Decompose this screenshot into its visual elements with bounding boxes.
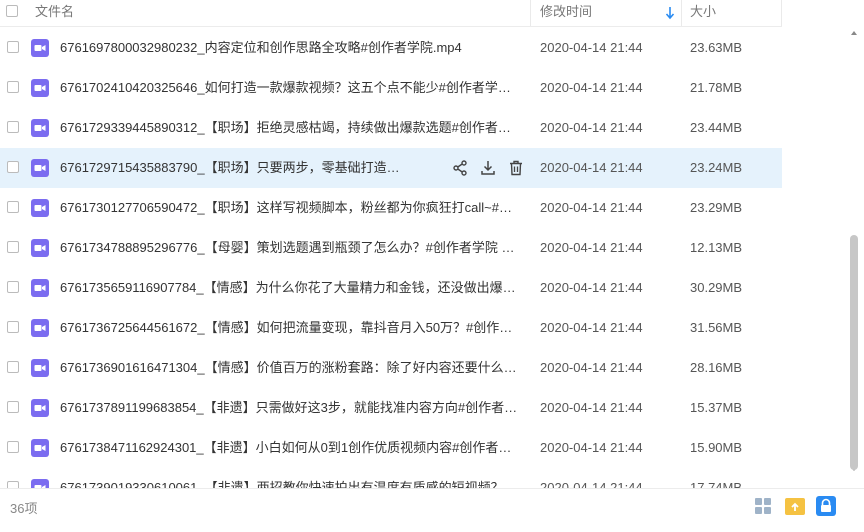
row-checkbox[interactable] [7, 321, 19, 333]
video-file-icon [31, 439, 49, 457]
video-file-icon [31, 159, 49, 177]
video-file-icon [31, 119, 49, 137]
file-name[interactable]: 6761702410420325646_如何打造一款爆款视频？这五个点不能少#创… [60, 68, 520, 108]
video-file-icon [31, 239, 49, 257]
file-name[interactable]: 6761734788895296776_【母婴】策划选题遇到瓶颈了怎么办？#创作… [60, 228, 520, 268]
row-checkbox[interactable] [7, 241, 19, 253]
video-file-icon [31, 79, 49, 97]
video-file-icon [31, 319, 49, 337]
row-checkbox[interactable] [7, 201, 19, 213]
select-all-checkbox[interactable] [6, 5, 18, 17]
row-checkbox[interactable] [7, 361, 19, 373]
file-list: 6761697800032980232_内容定位和创作思路全攻略#创作者学院.m… [0, 28, 782, 488]
file-name[interactable]: 6761729715435883790_【职场】只要两步，零基础打造鲜活独… [60, 148, 412, 188]
file-size: 31.56MB [690, 320, 743, 335]
file-name[interactable]: 6761729339445890312_【职场】拒绝灵感枯竭，持续做出爆款选题#… [60, 108, 520, 148]
file-modified: 2020-04-14 21:44 [540, 480, 643, 488]
file-size: 23.24MB [690, 160, 743, 175]
file-row[interactable]: 6761729339445890312_【职场】拒绝灵感枯竭，持续做出爆款选题#… [0, 108, 782, 148]
row-checkbox[interactable] [7, 41, 19, 53]
file-size: 12.13MB [690, 240, 743, 255]
file-modified: 2020-04-14 21:44 [540, 400, 643, 415]
file-row[interactable]: 6761697800032980232_内容定位和创作思路全攻略#创作者学院.m… [0, 28, 782, 68]
video-file-icon [31, 479, 49, 488]
file-list-header: 文件名 修改时间 大小 [0, 0, 782, 27]
file-modified: 2020-04-14 21:44 [540, 160, 643, 175]
video-file-icon [31, 39, 49, 57]
file-name[interactable]: 6761736901616471304_【情感】价值百万的涨粉套路：除了好内容还… [60, 348, 520, 388]
file-row[interactable]: 6761736901616471304_【情感】价值百万的涨粉套路：除了好内容还… [0, 348, 782, 388]
file-modified: 2020-04-14 21:44 [540, 200, 643, 215]
file-row[interactable]: 6761730127706590472_【职场】这样写视频脚本，粉丝都为你疯狂打… [0, 188, 782, 228]
file-size: 17.74MB [690, 480, 743, 488]
file-modified: 2020-04-14 21:44 [540, 320, 643, 335]
download-icon[interactable] [479, 159, 497, 177]
video-file-icon [31, 279, 49, 297]
file-name[interactable]: 6761736725644561672_【情感】如何把流量变现，靠抖音月入50万… [60, 308, 520, 348]
file-name[interactable]: 6761730127706590472_【职场】这样写视频脚本，粉丝都为你疯狂打… [60, 188, 520, 228]
file-modified: 2020-04-14 21:44 [540, 360, 643, 375]
file-size: 23.44MB [690, 120, 743, 135]
file-name[interactable]: 6761737891199683854_【非遗】只需做好这3步，就能找准内容方向… [60, 388, 520, 428]
item-count: 36项 [10, 501, 38, 516]
file-size: 30.29MB [690, 280, 743, 295]
column-divider[interactable] [530, 0, 531, 26]
file-modified: 2020-04-14 21:44 [540, 40, 643, 55]
file-row-hovered[interactable]: 6761729715435883790_【职场】只要两步，零基础打造鲜活独… 2… [0, 148, 782, 188]
file-row[interactable]: 6761736725644561672_【情感】如何把流量变现，靠抖音月入50万… [0, 308, 782, 348]
status-bar: 36项 [0, 488, 864, 532]
file-size: 15.37MB [690, 400, 743, 415]
file-row[interactable]: 6761702410420325646_如何打造一款爆款视频？这五个点不能少#创… [0, 68, 782, 108]
row-checkbox[interactable] [7, 81, 19, 93]
row-checkbox[interactable] [7, 481, 19, 488]
upload-folder-icon[interactable] [784, 495, 806, 517]
grid-view-icon[interactable] [752, 495, 774, 517]
file-row[interactable]: 6761738471162924301_【非遗】小白如何从0到1创作优质视频内容… [0, 428, 782, 468]
file-row[interactable]: 6761735659116907784_【情感】为什么你花了大量精力和金钱，还没… [0, 268, 782, 308]
file-modified: 2020-04-14 21:44 [540, 440, 643, 455]
video-file-icon [31, 399, 49, 417]
file-row[interactable]: 6761739019330610061_【非遗】两招教你快速拍出有温度有质感的短… [0, 468, 782, 488]
delete-icon[interactable] [507, 159, 525, 177]
row-checkbox[interactable] [7, 401, 19, 413]
lock-icon[interactable] [815, 495, 837, 517]
file-modified: 2020-04-14 21:44 [540, 120, 643, 135]
file-size: 21.78MB [690, 80, 743, 95]
row-checkbox[interactable] [7, 441, 19, 453]
scrollbar-thumb[interactable] [850, 235, 858, 470]
file-name[interactable]: 6761735659116907784_【情感】为什么你花了大量精力和金钱，还没… [60, 268, 520, 308]
file-row[interactable]: 6761737891199683854_【非遗】只需做好这3步，就能找准内容方向… [0, 388, 782, 428]
row-checkbox[interactable] [7, 281, 19, 293]
file-name[interactable]: 6761739019330610061_【非遗】两招教你快速拍出有温度有质感的短… [60, 468, 520, 488]
column-header-name[interactable]: 文件名 [35, 0, 74, 26]
scroll-up-arrow-icon [851, 31, 857, 35]
file-name[interactable]: 6761697800032980232_内容定位和创作思路全攻略#创作者学院.m… [60, 28, 520, 68]
video-file-icon [31, 359, 49, 377]
row-checkbox[interactable] [7, 161, 19, 173]
sort-descending-icon[interactable] [665, 6, 675, 20]
file-modified: 2020-04-14 21:44 [540, 280, 643, 295]
share-icon[interactable] [451, 159, 469, 177]
file-name[interactable]: 6761738471162924301_【非遗】小白如何从0到1创作优质视频内容… [60, 428, 520, 468]
file-size: 23.29MB [690, 200, 743, 215]
column-header-modified[interactable]: 修改时间 [540, 0, 592, 26]
file-modified: 2020-04-14 21:44 [540, 240, 643, 255]
file-row[interactable]: 6761734788895296776_【母婴】策划选题遇到瓶颈了怎么办？#创作… [0, 228, 782, 268]
video-file-icon [31, 199, 49, 217]
column-divider[interactable] [681, 0, 682, 26]
file-size: 15.90MB [690, 440, 743, 455]
column-header-size[interactable]: 大小 [690, 0, 716, 26]
row-checkbox[interactable] [7, 121, 19, 133]
column-divider[interactable] [781, 0, 782, 26]
file-size: 28.16MB [690, 360, 743, 375]
file-modified: 2020-04-14 21:44 [540, 80, 643, 95]
file-size: 23.63MB [690, 40, 743, 55]
